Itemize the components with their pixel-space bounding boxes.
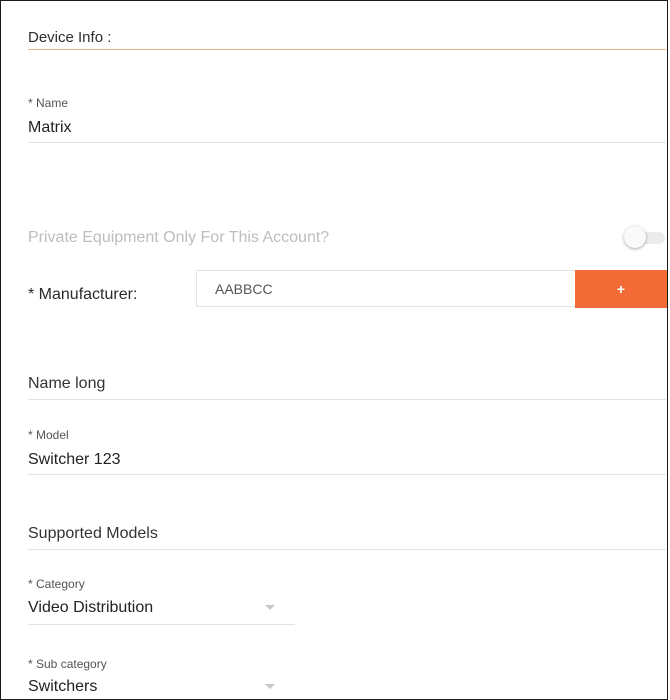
section-title: Device Info : xyxy=(28,29,112,46)
section-divider xyxy=(28,49,666,50)
chevron-down-icon[interactable] xyxy=(265,605,275,610)
model-input[interactable]: Switcher 123 xyxy=(28,451,121,469)
chevron-down-icon[interactable] xyxy=(265,684,275,689)
sub-category-label: * Sub category xyxy=(28,657,107,671)
name-input[interactable]: Matrix xyxy=(28,119,72,137)
manufacturer-input[interactable] xyxy=(196,270,576,307)
name-underline xyxy=(28,142,666,143)
supported-models-input[interactable]: Supported Models xyxy=(28,525,158,543)
name-label: * Name xyxy=(28,96,69,110)
sub-category-select[interactable]: Switchers xyxy=(28,678,97,696)
add-manufacturer-button[interactable]: + xyxy=(575,270,667,308)
category-underline xyxy=(28,624,295,625)
device-form: Device Info : * Name Matrix Private Equi… xyxy=(0,0,668,700)
name-long-underline xyxy=(28,399,666,400)
supported-models-underline xyxy=(28,549,666,550)
private-equipment-label: Private Equipment Only For This Account? xyxy=(28,229,330,246)
name-long-input[interactable]: Name long xyxy=(28,375,105,393)
manufacturer-label: * Manufacturer: xyxy=(28,286,138,303)
category-select[interactable]: Video Distribution xyxy=(28,599,153,617)
category-label: * Category xyxy=(28,577,85,591)
model-underline xyxy=(28,474,666,475)
toggle-knob[interactable] xyxy=(624,226,646,248)
model-label: * Model xyxy=(28,428,69,442)
